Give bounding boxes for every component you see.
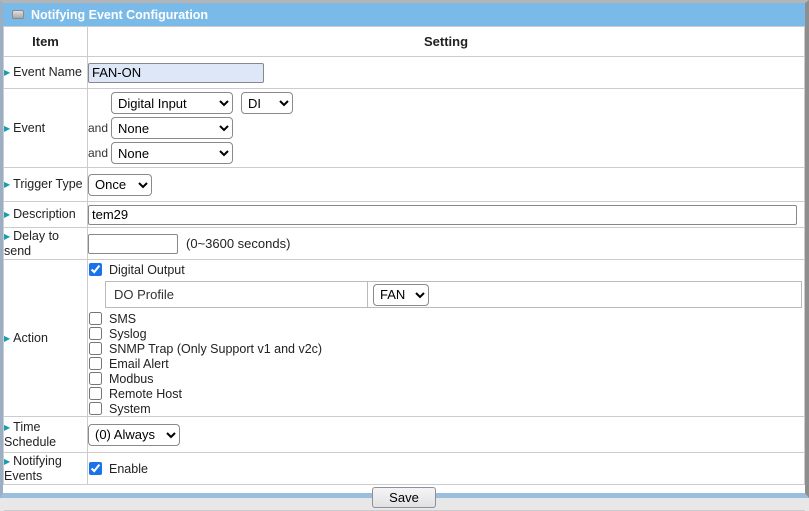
row-delay-to-send: ▶Delay to send (0~3600 seconds) — [4, 228, 805, 260]
snmp-trap-checkbox[interactable] — [89, 342, 102, 355]
config-table: Item Setting ▶Event Name ▶Event Digital … — [3, 26, 805, 511]
email-alert-checkbox[interactable] — [89, 357, 102, 370]
trigger-type-select[interactable]: Once — [88, 174, 152, 196]
triangle-right-icon: ▶ — [4, 334, 10, 343]
description-input[interactable] — [88, 205, 797, 225]
title-bar: Notifying Event Configuration — [3, 3, 805, 26]
digital-output-label: Digital Output — [109, 263, 185, 277]
delay-label: ▶Delay to send — [4, 228, 88, 260]
system-label: System — [109, 402, 151, 416]
notifying-events-label: ▶Notifying Events — [4, 453, 88, 485]
event-and2-select[interactable]: None — [111, 142, 233, 164]
system-checkbox[interactable] — [89, 402, 102, 415]
do-profile-label: DO Profile — [106, 282, 368, 307]
time-schedule-label: ▶Time Schedule — [4, 417, 88, 453]
time-schedule-select[interactable]: (0) Always — [88, 424, 180, 446]
row-notifying-events: ▶Notifying Events Enable — [4, 453, 805, 485]
sms-label: SMS — [109, 312, 136, 326]
column-header-setting: Setting — [88, 27, 805, 57]
snmp-trap-label: SNMP Trap (Only Support v1 and v2c) — [109, 342, 322, 356]
enable-label: Enable — [109, 462, 148, 476]
digital-output-checkbox[interactable] — [89, 263, 102, 276]
sms-checkbox[interactable] — [89, 312, 102, 325]
row-action: ▶Action Digital Output DO Profile FAN SM… — [4, 260, 805, 417]
syslog-checkbox[interactable] — [89, 327, 102, 340]
and-label: and — [88, 121, 111, 135]
modbus-label: Modbus — [109, 372, 153, 386]
column-header-item: Item — [4, 27, 88, 57]
enable-checkbox[interactable] — [89, 462, 102, 475]
triangle-right-icon: ▶ — [4, 457, 10, 466]
table-header-row: Item Setting — [4, 27, 805, 57]
row-event-name: ▶Event Name — [4, 57, 805, 89]
triangle-right-icon: ▶ — [4, 180, 10, 189]
remote-host-checkbox[interactable] — [89, 387, 102, 400]
row-trigger-type: ▶Trigger Type Once — [4, 168, 805, 202]
description-label: ▶Description — [4, 202, 88, 228]
event-name-label: ▶Event Name — [4, 57, 88, 89]
modbus-checkbox[interactable] — [89, 372, 102, 385]
do-profile-subtable: DO Profile FAN — [105, 281, 802, 308]
remote-host-label: Remote Host — [109, 387, 182, 401]
triangle-right-icon: ▶ — [4, 210, 10, 219]
row-time-schedule: ▶Time Schedule (0) Always — [4, 417, 805, 453]
triangle-right-icon: ▶ — [4, 423, 10, 432]
triangle-right-icon: ▶ — [4, 68, 10, 77]
email-alert-label: Email Alert — [109, 357, 169, 371]
event-type-select[interactable]: Digital Input — [111, 92, 233, 114]
action-label: ▶Action — [4, 260, 88, 417]
event-subtype-select[interactable]: DI — [241, 92, 293, 114]
event-label: ▶Event — [4, 89, 88, 168]
notifying-event-configuration-window: Notifying Event Configuration Item Setti… — [0, 0, 809, 498]
delay-input[interactable] — [88, 234, 178, 254]
triangle-right-icon: ▶ — [4, 124, 10, 133]
page-title: Notifying Event Configuration — [31, 8, 208, 22]
row-description: ▶Description — [4, 202, 805, 228]
syslog-label: Syslog — [109, 327, 147, 341]
window-panel-icon — [12, 10, 24, 19]
trigger-type-label: ▶Trigger Type — [4, 168, 88, 202]
and-label: and — [88, 146, 111, 160]
triangle-right-icon: ▶ — [4, 232, 10, 241]
event-name-input[interactable] — [88, 63, 264, 83]
event-and1-select[interactable]: None — [111, 117, 233, 139]
delay-range-hint: (0~3600 seconds) — [186, 236, 290, 251]
do-profile-select[interactable]: FAN — [373, 284, 429, 306]
row-event: ▶Event Digital Input DI and None and Non… — [4, 89, 805, 168]
